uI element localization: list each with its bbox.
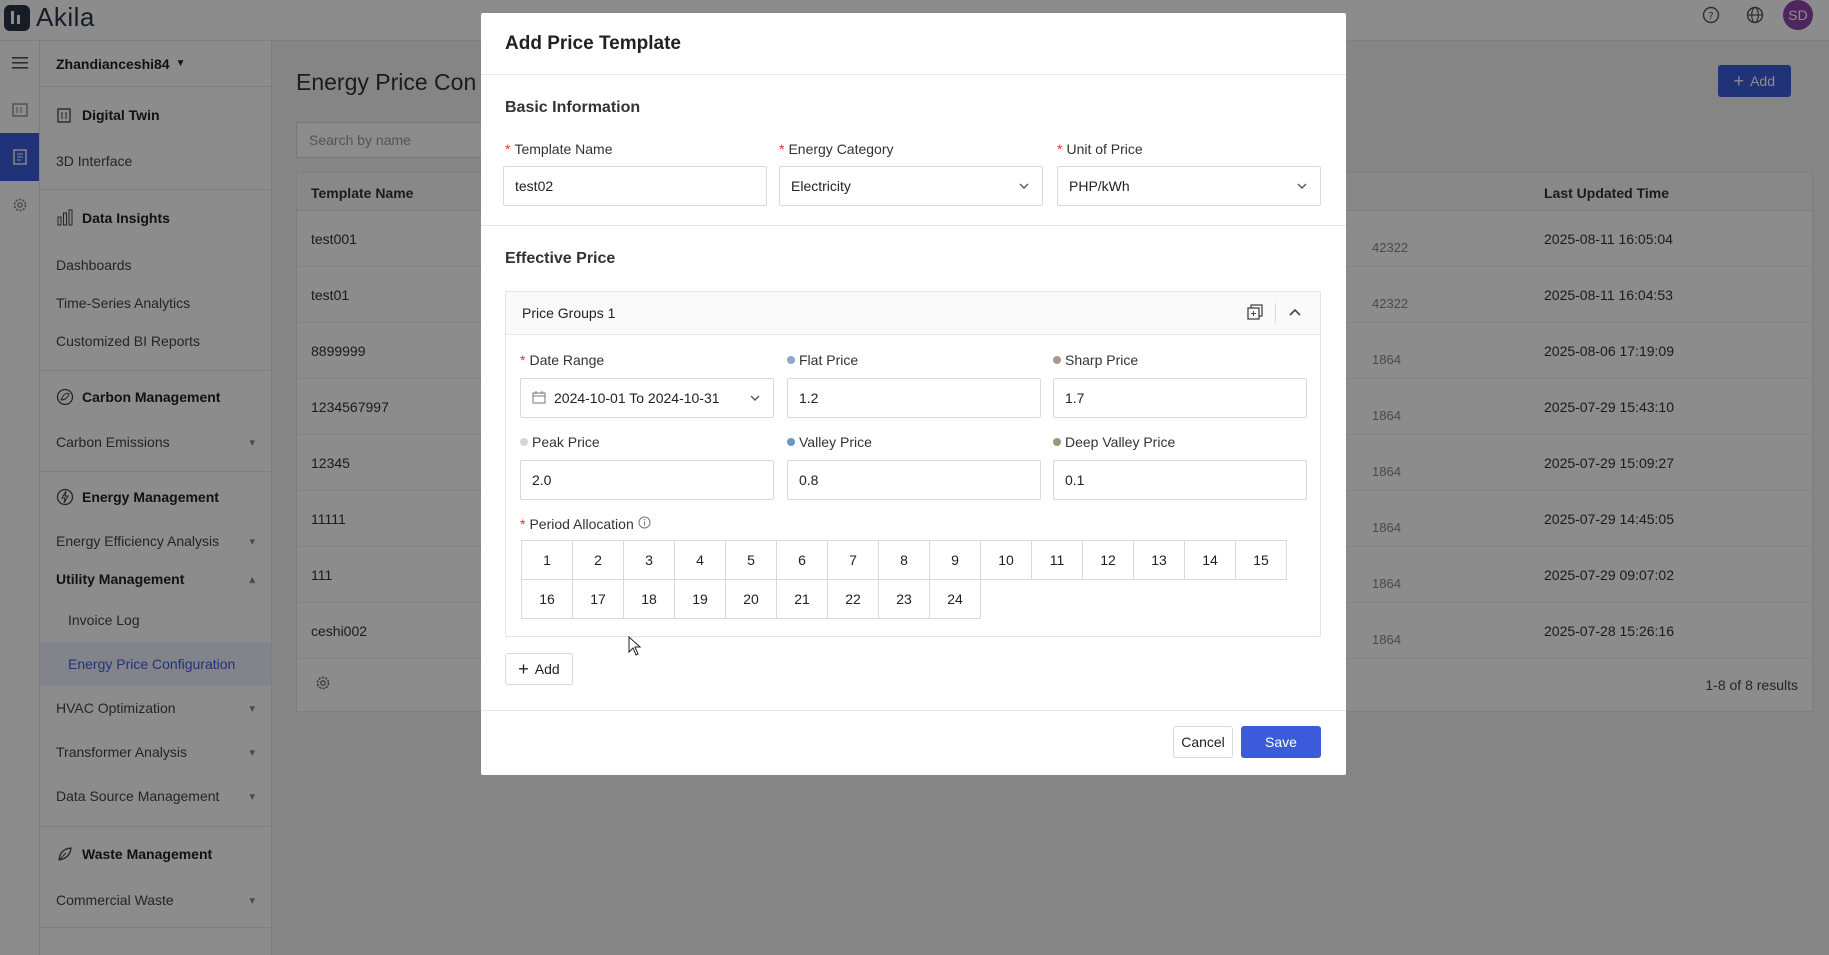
period-cell[interactable]: 16 bbox=[521, 579, 573, 619]
chevron-down-icon bbox=[1296, 179, 1308, 195]
date-range-picker[interactable]: 2024-10-01 To 2024-10-31 bbox=[520, 378, 774, 418]
sharp-price-label: Sharp Price bbox=[1053, 352, 1138, 368]
calendar-icon bbox=[532, 390, 546, 407]
flat-price-input[interactable]: 1.2 bbox=[787, 378, 1041, 418]
period-cell[interactable]: 22 bbox=[827, 579, 879, 619]
period-cell[interactable]: 1 bbox=[521, 540, 573, 580]
peak-price-color-dot bbox=[520, 438, 528, 446]
save-button[interactable]: Save bbox=[1241, 726, 1321, 758]
valley-price-color-dot bbox=[787, 438, 795, 446]
period-cell[interactable]: 21 bbox=[776, 579, 828, 619]
period-cell[interactable]: 23 bbox=[878, 579, 930, 619]
period-cell[interactable]: 15 bbox=[1235, 540, 1287, 580]
peak-price-input[interactable]: 2.0 bbox=[520, 460, 774, 500]
template-name-label: * Template Name bbox=[505, 141, 613, 157]
price-group-title: Price Groups 1 bbox=[522, 305, 616, 321]
period-cell[interactable]: 13 bbox=[1133, 540, 1185, 580]
period-row: 16 17 18 19 20 21 22 23 24 bbox=[521, 579, 1301, 619]
period-cell[interactable]: 12 bbox=[1082, 540, 1134, 580]
period-cell[interactable]: 4 bbox=[674, 540, 726, 580]
effective-price-title: Effective Price bbox=[505, 250, 616, 267]
chevron-up-icon[interactable] bbox=[1288, 305, 1302, 322]
sharp-price-input[interactable]: 1.7 bbox=[1053, 378, 1307, 418]
period-allocation-label: * Period Allocation bbox=[520, 516, 651, 532]
period-cell[interactable]: 17 bbox=[572, 579, 624, 619]
period-cell[interactable]: 19 bbox=[674, 579, 726, 619]
energy-category-label: * Energy Category bbox=[779, 141, 894, 157]
period-row: 1 2 3 4 5 6 7 8 9 10 11 12 13 14 15 bbox=[521, 540, 1301, 580]
chevron-down-icon bbox=[749, 391, 761, 407]
period-cell[interactable]: 9 bbox=[929, 540, 981, 580]
period-cell[interactable]: 7 bbox=[827, 540, 879, 580]
valley-price-input[interactable]: 0.8 bbox=[787, 460, 1041, 500]
date-range-label: * Date Range bbox=[520, 352, 605, 368]
mouse-cursor-icon bbox=[628, 635, 642, 659]
modal-title: Add Price Template bbox=[481, 13, 1346, 75]
add-price-template-modal: Add Price Template Basic Information * Te… bbox=[481, 13, 1346, 775]
period-cell[interactable]: 20 bbox=[725, 579, 777, 619]
period-cell[interactable]: 18 bbox=[623, 579, 675, 619]
deep-valley-price-label: Deep Valley Price bbox=[1053, 434, 1175, 450]
copy-icon[interactable] bbox=[1247, 303, 1263, 323]
period-cell[interactable]: 2 bbox=[572, 540, 624, 580]
period-cell[interactable]: 24 bbox=[929, 579, 981, 619]
info-icon[interactable] bbox=[638, 516, 651, 532]
sharp-price-color-dot bbox=[1053, 356, 1061, 364]
flat-price-color-dot bbox=[787, 356, 795, 364]
plus-icon: + bbox=[518, 658, 529, 679]
period-cell[interactable]: 14 bbox=[1184, 540, 1236, 580]
unit-of-price-label: * Unit of Price bbox=[1057, 141, 1143, 157]
basic-information-title: Basic Information bbox=[505, 99, 641, 116]
deep-valley-price-input[interactable]: 0.1 bbox=[1053, 460, 1307, 500]
period-grid: 1 2 3 4 5 6 7 8 9 10 11 12 13 14 15 16 1… bbox=[521, 540, 1301, 619]
period-cell[interactable]: 3 bbox=[623, 540, 675, 580]
cancel-button[interactable]: Cancel bbox=[1173, 726, 1233, 758]
period-cell[interactable]: 8 bbox=[878, 540, 930, 580]
energy-category-select[interactable]: Electricity bbox=[779, 166, 1043, 206]
template-name-input[interactable]: test02 bbox=[503, 166, 767, 206]
period-cell[interactable]: 10 bbox=[980, 540, 1032, 580]
deep-valley-price-color-dot bbox=[1053, 438, 1061, 446]
period-cell[interactable]: 5 bbox=[725, 540, 777, 580]
price-group-header: Price Groups 1 bbox=[506, 292, 1320, 335]
peak-price-label: Peak Price bbox=[520, 434, 600, 450]
valley-price-label: Valley Price bbox=[787, 434, 872, 450]
flat-price-label: Flat Price bbox=[787, 352, 858, 368]
unit-of-price-select[interactable]: PHP/kWh bbox=[1057, 166, 1321, 206]
add-price-group-button[interactable]: + Add bbox=[505, 653, 573, 685]
price-group-card: Price Groups 1 * Date Range 2024-10-01 To… bbox=[505, 291, 1321, 637]
period-cell[interactable]: 11 bbox=[1031, 540, 1083, 580]
period-cell[interactable]: 6 bbox=[776, 540, 828, 580]
chevron-down-icon bbox=[1018, 179, 1030, 195]
